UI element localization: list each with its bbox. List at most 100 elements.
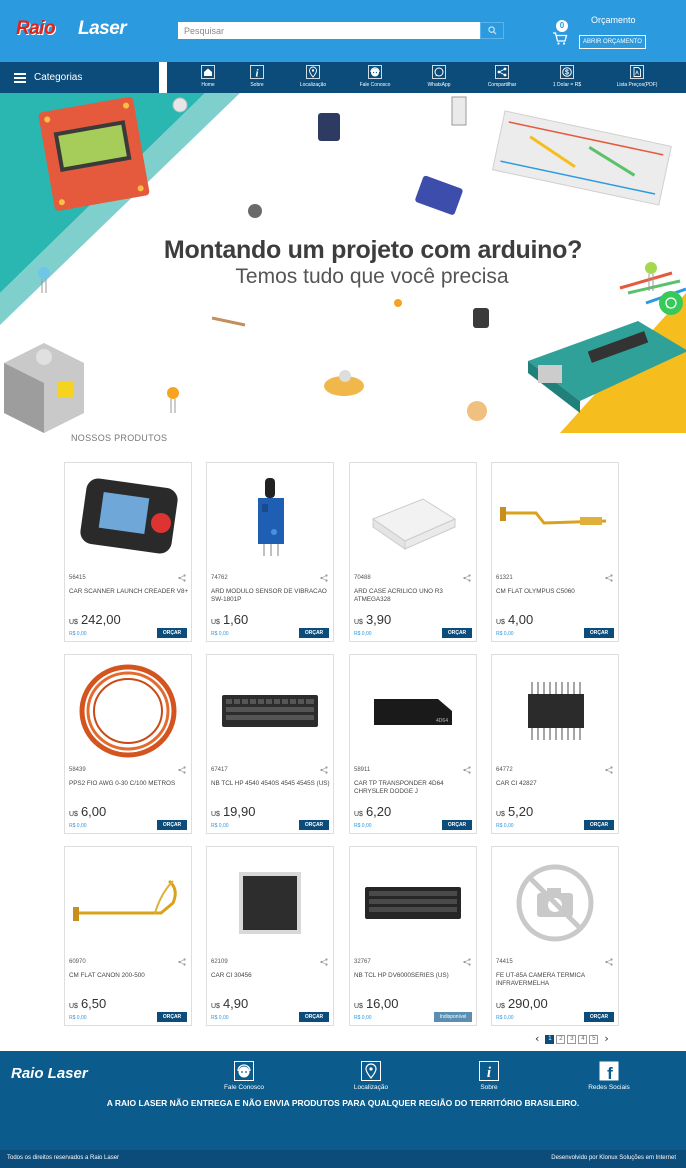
product-card[interactable]: 32767 NB TCL HP DV6000SERIES (US) U$ 16,0…: [349, 846, 477, 1026]
product-name[interactable]: PPS2 FIO AWG 0-30 C/100 METROS: [69, 780, 189, 788]
product-code: 56415: [69, 575, 86, 581]
page-3[interactable]: 3: [567, 1034, 577, 1044]
share-icon[interactable]: [463, 766, 471, 774]
search-button[interactable]: [480, 22, 504, 39]
share-icon[interactable]: [605, 766, 613, 774]
nav-item-whatsapp[interactable]: WhatsApp: [424, 65, 454, 91]
product-image[interactable]: [354, 467, 472, 571]
product-image[interactable]: [496, 659, 614, 763]
quote-button[interactable]: ORÇAR: [299, 628, 329, 638]
nav-item-sobre[interactable]: i Sobre: [246, 65, 268, 91]
product-image[interactable]: [496, 851, 614, 955]
pdf-icon: [630, 65, 644, 79]
quote-button[interactable]: ORÇAR: [442, 628, 472, 638]
product-name[interactable]: CAR CI 30456: [211, 972, 331, 980]
product-name[interactable]: ARD MODULO SENSOR DE VIBRACAO SW-1801P: [211, 588, 331, 603]
page-1[interactable]: 1: [545, 1034, 555, 1044]
unavailable-button[interactable]: Indisponível: [434, 1012, 472, 1022]
quote-button[interactable]: ORÇAR: [157, 628, 187, 638]
prev-page-icon[interactable]: ‹: [535, 1033, 539, 1044]
share-icon[interactable]: [320, 766, 328, 774]
share-icon[interactable]: [605, 958, 613, 966]
product-price: U$ 5,20: [496, 804, 533, 819]
search-icon: [487, 26, 496, 35]
product-image[interactable]: [211, 659, 329, 763]
product-name[interactable]: CAR SCANNER LAUNCH CREADER V8+: [69, 588, 189, 596]
product-name[interactable]: NB TCL HP DV6000SERIES (US): [354, 972, 474, 980]
quote-button[interactable]: ORÇAR: [584, 820, 614, 830]
footer-localizacao[interactable]: Localização: [352, 1061, 390, 1091]
categories-menu-button[interactable]: Categorias: [0, 62, 159, 93]
quote-button[interactable]: ORÇAR: [299, 1012, 329, 1022]
svg-text:f: f: [607, 1064, 613, 1081]
home-icon: [201, 65, 215, 79]
site-logo[interactable]: Raio Laser: [16, 14, 144, 46]
product-card[interactable]: 58439 PPS2 FIO AWG 0-30 C/100 METROS U$ 6…: [64, 654, 192, 834]
product-card[interactable]: 74762 ARD MODULO SENSOR DE VIBRACAO SW-1…: [206, 462, 334, 642]
product-name[interactable]: FE UT-85A CAMERA TERMICA INFRAVERMELHA: [496, 972, 616, 987]
nav-item-dolar[interactable]: $ 1 Dolar = R$: [551, 65, 583, 91]
quote-button[interactable]: ORÇAR: [157, 1012, 187, 1022]
product-name[interactable]: CM FLAT OLYMPUS C5060: [496, 588, 616, 596]
price-currency: U$: [69, 811, 78, 818]
product-image[interactable]: [211, 467, 329, 571]
share-icon[interactable]: [178, 958, 186, 966]
product-price-brl: R$ 0,00: [69, 631, 87, 637]
product-image[interactable]: [354, 851, 472, 955]
product-image[interactable]: [69, 659, 187, 763]
share-icon[interactable]: [178, 766, 186, 774]
developer-credit[interactable]: Desenvolvido por Klonux Soluções em Inte…: [551, 1155, 676, 1161]
quote-button[interactable]: ORÇAR: [157, 820, 187, 830]
page-4[interactable]: 4: [578, 1034, 588, 1044]
product-image[interactable]: [69, 851, 187, 955]
product-card[interactable]: 64772 CAR CI 42827 U$ 5,20 R$ 0,00 ORÇAR: [491, 654, 619, 834]
search-input[interactable]: [178, 22, 480, 39]
product-card[interactable]: 74415 FE UT-85A CAMERA TERMICA INFRAVERM…: [491, 846, 619, 1026]
product-image[interactable]: [496, 467, 614, 571]
product-image[interactable]: [69, 467, 187, 571]
product-card[interactable]: 70488 ARD CASE ACRILICO UNO R3 ATMEGA328…: [349, 462, 477, 642]
footer-sobre[interactable]: i Sobre: [477, 1061, 501, 1091]
nav-item-home[interactable]: Home: [197, 65, 219, 91]
quote-button[interactable]: ORÇAR: [584, 1012, 614, 1022]
product-image[interactable]: 4D64: [354, 659, 472, 763]
product-card[interactable]: 56415 CAR SCANNER LAUNCH CREADER V8+ U$ 2…: [64, 462, 192, 642]
nav-item-fale-conosco[interactable]: Fale Conosco: [358, 65, 392, 91]
product-card[interactable]: 67417 NB TCL HP 4540 4540S 4545 4545S (U…: [206, 654, 334, 834]
footer-fale-conosco[interactable]: Fale Conosco: [222, 1061, 266, 1091]
share-icon[interactable]: [320, 958, 328, 966]
share-icon[interactable]: [178, 574, 186, 582]
share-icon[interactable]: [463, 958, 471, 966]
nav-item-compartilhar[interactable]: Compartilhar: [485, 65, 519, 91]
cart-button[interactable]: 0: [552, 20, 572, 46]
quote-button[interactable]: ORÇAR: [584, 628, 614, 638]
nav-item-localizacao[interactable]: Localização: [298, 65, 328, 91]
product-name[interactable]: ARD CASE ACRILICO UNO R3 ATMEGA328: [354, 588, 474, 603]
next-page-icon[interactable]: ›: [604, 1033, 608, 1044]
product-name[interactable]: NB TCL HP 4540 4540S 4545 4545S (US): [211, 780, 331, 788]
product-card[interactable]: 60970 CM FLAT CANON 200-500 U$ 6,50 R$ 0,…: [64, 846, 192, 1026]
footer-redes-sociais[interactable]: f Redes Sociais: [586, 1061, 632, 1091]
price-value: 290,00: [507, 996, 548, 1011]
footer-logo[interactable]: Raio Laser: [11, 1065, 88, 1083]
page-5[interactable]: 5: [589, 1034, 599, 1044]
product-image[interactable]: [211, 851, 329, 955]
hero-banner[interactable]: Montando um projeto com arduino? Temos t…: [0, 93, 686, 433]
product-name[interactable]: CAR CI 42827: [496, 780, 616, 788]
share-icon[interactable]: [463, 574, 471, 582]
quote-button[interactable]: ORÇAR: [442, 820, 472, 830]
whatsapp-float-button[interactable]: [659, 291, 683, 315]
open-quote-button[interactable]: ABRIR ORÇAMENTO: [579, 35, 646, 49]
product-price: U$ 6,00: [69, 804, 106, 819]
share-icon[interactable]: [320, 574, 328, 582]
page-2[interactable]: 2: [556, 1034, 566, 1044]
share-icon[interactable]: [605, 574, 613, 582]
product-card[interactable]: 4D64 58911 CAR TP TRANSPONDER 4D64 CHRYS…: [349, 654, 477, 834]
product-name[interactable]: CAR TP TRANSPONDER 4D64 CHRYSLER DODGE J: [354, 780, 474, 795]
product-card[interactable]: 62109 CAR CI 30456 U$ 4,90 R$ 0,00 ORÇAR: [206, 846, 334, 1026]
nav-label-compartilhar: Compartilhar: [487, 82, 517, 88]
product-card[interactable]: 61321 CM FLAT OLYMPUS C5060 U$ 4,00 R$ 0,…: [491, 462, 619, 642]
quote-button[interactable]: ORÇAR: [299, 820, 329, 830]
nav-item-lista-precos[interactable]: Lista Preços(PDF): [614, 65, 660, 91]
product-name[interactable]: CM FLAT CANON 200-500: [69, 972, 189, 980]
